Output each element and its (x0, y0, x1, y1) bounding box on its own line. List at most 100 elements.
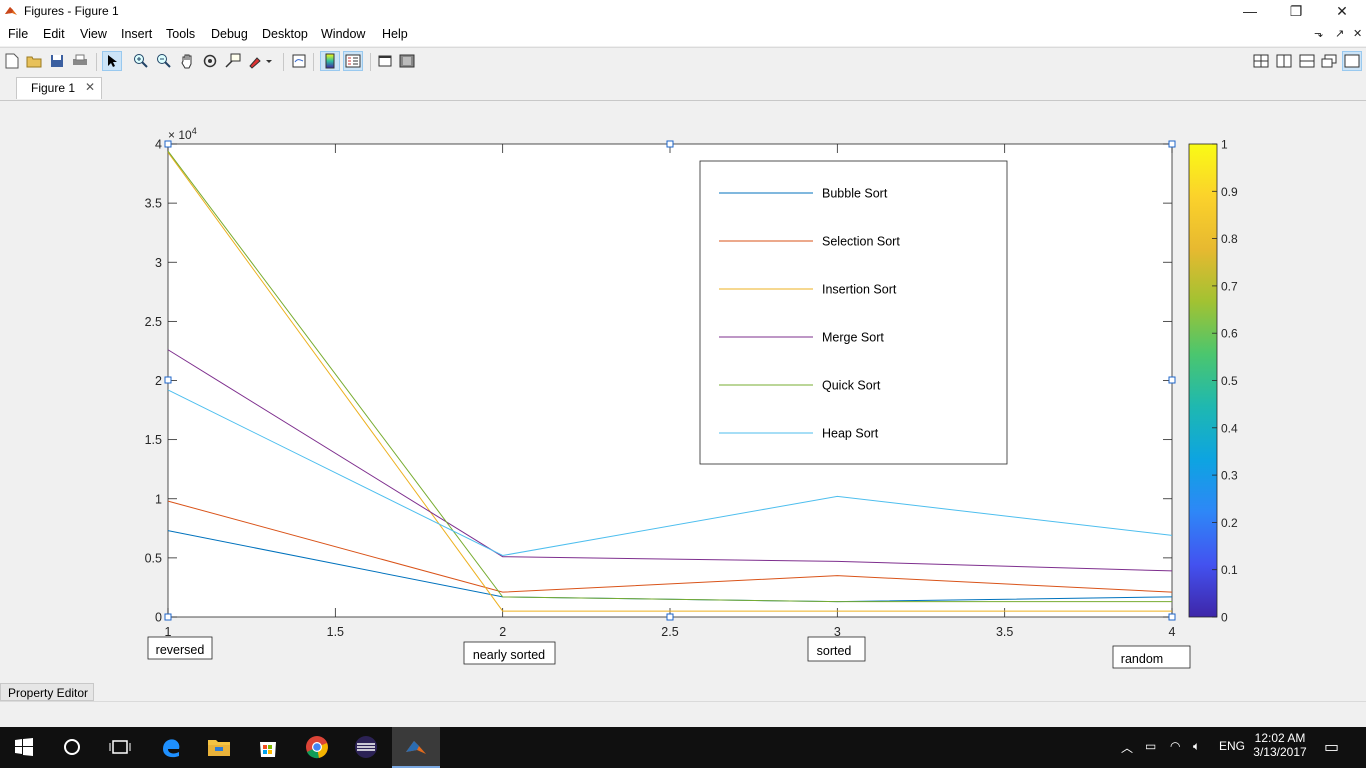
rotate-icon[interactable] (201, 52, 219, 70)
menu-debug[interactable]: Debug (211, 27, 248, 41)
title-bar: Figures - Figure 1 — ❐ ✕ (0, 0, 1366, 24)
menu-desktop[interactable]: Desktop (262, 27, 308, 41)
link-plot-icon[interactable] (290, 52, 308, 70)
tab-figure-1[interactable]: Figure 1 ✕ (16, 77, 102, 99)
maximize-layout-icon[interactable] (1342, 51, 1362, 71)
undock-icon[interactable]: ⬎ (1314, 27, 1323, 40)
brush-icon[interactable] (247, 52, 275, 70)
close-figure-icon[interactable]: ✕ (1353, 27, 1362, 40)
search-icon[interactable] (60, 735, 84, 759)
menu-tools[interactable]: Tools (166, 27, 195, 41)
eclipse-icon[interactable] (354, 735, 378, 759)
chevron-up-icon[interactable]: ︿ (1121, 739, 1133, 756)
selection-handle[interactable] (666, 613, 674, 621)
menu-window[interactable]: Window (321, 27, 365, 41)
legend-entry: Bubble Sort (822, 187, 888, 201)
clock-date: 3/13/2017 (1253, 745, 1307, 759)
annotation-reversed: reversed (156, 643, 205, 657)
data-cursor-icon[interactable] (224, 52, 242, 70)
y-tick-label: 1 (155, 492, 162, 506)
minimize-button[interactable]: — (1227, 0, 1273, 24)
y-tick-label: 2.5 (145, 315, 162, 329)
task-view-icon[interactable] (108, 735, 132, 759)
colorbar-tick-label: 0.3 (1221, 469, 1238, 483)
matlab-taskbar-button[interactable] (392, 727, 440, 768)
edit-plot-icon[interactable] (102, 51, 122, 71)
legend-entry: Insertion Sort (822, 283, 897, 297)
matlab-icon (5, 7, 17, 15)
hide-plot-tools-icon[interactable] (376, 52, 394, 70)
legend-entry: Heap Sort (822, 427, 879, 441)
selection-handle[interactable] (164, 613, 172, 621)
property-editor-tab[interactable]: Property Editor (0, 683, 94, 701)
tile-layout-icon[interactable] (1252, 52, 1270, 70)
y-tick-label: 2 (155, 374, 162, 388)
clock-time: 12:02 AM (1254, 731, 1306, 745)
axes-box[interactable] (167, 143, 1173, 618)
colorbar-tick-label: 0.6 (1221, 327, 1238, 341)
menu-insert[interactable]: Insert (121, 27, 152, 41)
document-tabs: Figure 1 ✕ (0, 75, 1366, 101)
colorbar-tick-label: 0.1 (1221, 563, 1238, 577)
colorbar[interactable]: 0 0.1 0.2 0.3 0.4 0.5 0.6 0.7 0.8 0.9 1 (1188, 138, 1238, 625)
store-icon[interactable] (256, 735, 280, 759)
x-tick-label: 1.5 (327, 625, 344, 639)
floating-layout-icon[interactable] (1320, 52, 1338, 70)
selection-handle[interactable] (1168, 613, 1176, 621)
colorbar-tick-label: 0.9 (1221, 185, 1238, 199)
menu-edit[interactable]: Edit (43, 27, 65, 41)
colorbar-tick-label: 0.8 (1221, 232, 1238, 246)
pan-icon[interactable] (178, 52, 196, 70)
plot[interactable]: 1 1.5 2 2.5 3 3.5 400.511.522.533.54 × 104 Bub… (0, 101, 1366, 683)
show-plot-tools-icon[interactable] (398, 52, 416, 70)
menu-view[interactable]: View (80, 27, 107, 41)
file-explorer-icon[interactable] (207, 735, 231, 759)
selection-handle[interactable] (666, 140, 674, 148)
x-tick-label: 2 (499, 625, 506, 639)
annotation-nearly-sorted: nearly sorted (473, 648, 545, 662)
restore-button[interactable]: ❐ (1273, 0, 1319, 24)
clock[interactable]: 12:02 AM 3/13/2017 (1245, 731, 1315, 759)
volume-icon[interactable]: 🔈︎ (1193, 739, 1200, 754)
print-icon[interactable] (71, 52, 89, 70)
x-tick-label: 4 (1169, 625, 1176, 639)
figure-canvas: 1 1.5 2 2.5 3 3.5 4 0 0.5 1 1.5 2 2.5 3 3.5 4 × 104 Bub… (0, 101, 1366, 683)
menu-file[interactable]: File (8, 27, 28, 41)
tab-close-icon[interactable]: ✕ (85, 80, 95, 94)
y-tick-label: 1.5 (145, 433, 162, 447)
zoom-in-icon[interactable] (132, 52, 150, 70)
zoom-out-icon[interactable] (155, 52, 173, 70)
selection-handle[interactable] (1168, 140, 1176, 148)
colorbar-tick-label: 0.5 (1221, 374, 1238, 388)
windows-taskbar: ︿ ▭ ◠ 🔈︎ ENG 12:02 AM 3/13/2017 ▭ (0, 727, 1366, 768)
chrome-icon[interactable] (305, 735, 329, 759)
selection-handle[interactable] (1168, 376, 1176, 384)
edge-icon[interactable] (159, 735, 183, 759)
menu-help[interactable]: Help (382, 27, 408, 41)
notifications-icon[interactable]: ▭ (1324, 737, 1339, 757)
legend[interactable]: Bubble Sort Selection Sort Insertion Sort M… (699, 160, 1008, 465)
colorbar-tick-label: 0.4 (1221, 421, 1238, 435)
x-annotations[interactable]: reversed nearly sorted sorted random (147, 636, 1191, 669)
save-icon[interactable] (48, 52, 66, 70)
selection-handle[interactable] (164, 376, 172, 384)
language-indicator[interactable]: ENG (1219, 739, 1245, 753)
close-button[interactable]: ✕ (1319, 0, 1365, 24)
figure-toolbar (0, 47, 1366, 76)
y-tick-label: 0.5 (145, 551, 162, 565)
legend-icon[interactable] (343, 51, 363, 71)
colorbar-icon[interactable] (320, 51, 340, 71)
toolbar-separator (370, 53, 371, 71)
legend-entry: Selection Sort (822, 235, 900, 249)
wifi-icon[interactable]: ◠ (1170, 739, 1180, 753)
start-icon[interactable] (12, 735, 36, 759)
dock-icon[interactable]: ↗ (1335, 27, 1344, 40)
status-bar (0, 701, 1366, 728)
y-tick-label: 4 (155, 138, 162, 152)
top-bottom-layout-icon[interactable] (1298, 52, 1316, 70)
left-right-layout-icon[interactable] (1275, 52, 1293, 70)
open-file-icon[interactable] (25, 52, 43, 70)
tab-label: Figure 1 (31, 81, 76, 95)
new-figure-icon[interactable] (3, 52, 21, 70)
battery-icon[interactable]: ▭ (1145, 739, 1156, 753)
